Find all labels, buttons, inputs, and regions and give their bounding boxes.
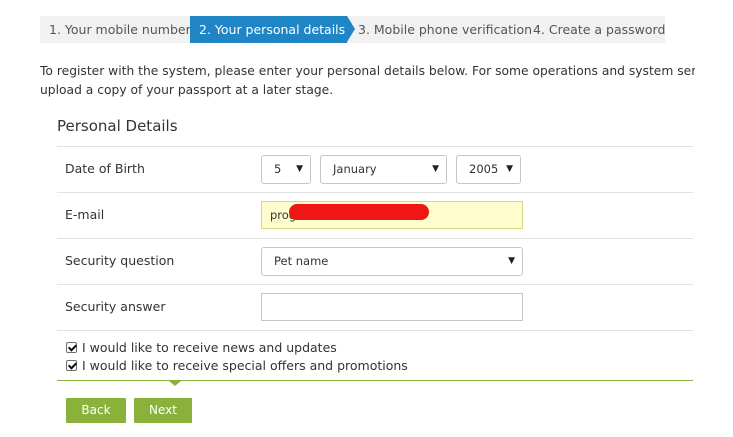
dob-row: Date of Birth 5 ▼ January ▼ 2005 ▼ <box>57 147 693 193</box>
dob-year-value: 2005 <box>469 162 499 176</box>
security-answer-field[interactable] <box>261 293 523 321</box>
intro-text: To register with the system, please ente… <box>40 62 695 100</box>
offers-checkbox-row[interactable]: I would like to receive special offers a… <box>66 356 408 374</box>
dropdown-arrow-icon: ▼ <box>432 164 439 174</box>
security-question-row: Security question Pet name ▼ <box>57 239 693 285</box>
news-checkbox-row[interactable]: I would like to receive news and updates <box>66 338 408 356</box>
email-row: E-mail prog <box>57 193 693 239</box>
security-answer-label: Security answer <box>65 299 166 314</box>
intro-line-2: upload a copy of your passport at a late… <box>40 83 334 97</box>
intro-line-1: To register with the system, please ente… <box>40 64 695 78</box>
consent-checkboxes: I would like to receive news and updates… <box>66 338 408 374</box>
next-button[interactable]: Next <box>134 398 192 423</box>
offers-checkbox-label: I would like to receive special offers a… <box>82 357 408 373</box>
checkmark-icon[interactable] <box>66 341 77 353</box>
dropdown-arrow-icon: ▼ <box>296 164 303 174</box>
security-answer-row: Security answer <box>57 285 693 331</box>
personal-details-form: Date of Birth 5 ▼ January ▼ 2005 ▼ E-mai… <box>57 146 693 331</box>
dob-label: Date of Birth <box>65 161 145 176</box>
security-question-label: Security question <box>65 253 175 268</box>
section-title: Personal Details <box>57 117 178 135</box>
security-question-value: Pet name <box>274 254 329 268</box>
dob-month-value: January <box>333 162 377 176</box>
email-label: E-mail <box>65 207 105 222</box>
news-checkbox-label: I would like to receive news and updates <box>82 339 337 355</box>
dropdown-arrow-icon: ▼ <box>506 164 513 174</box>
dob-month-select[interactable]: January ▼ <box>320 155 447 184</box>
dob-day-value: 5 <box>274 162 282 176</box>
security-question-select[interactable]: Pet name ▼ <box>261 247 523 276</box>
step-mobile-number[interactable]: 1. Your mobile number <box>40 16 191 43</box>
step-create-password[interactable]: 4. Create a password <box>524 16 665 43</box>
back-button[interactable]: Back <box>66 398 126 423</box>
checkmark-icon[interactable] <box>66 359 77 371</box>
form-divider <box>57 380 693 381</box>
dob-year-select[interactable]: 2005 ▼ <box>456 155 521 184</box>
dob-day-select[interactable]: 5 ▼ <box>261 155 311 184</box>
registration-steps: 1. Your mobile number 2. Your personal d… <box>40 16 665 43</box>
dropdown-arrow-icon: ▼ <box>508 256 515 266</box>
step-phone-verification[interactable]: 3. Mobile phone verification <box>347 16 532 43</box>
divider-notch <box>169 381 181 386</box>
redaction-mark <box>289 204 429 220</box>
step-personal-details[interactable]: 2. Your personal details <box>190 16 355 43</box>
